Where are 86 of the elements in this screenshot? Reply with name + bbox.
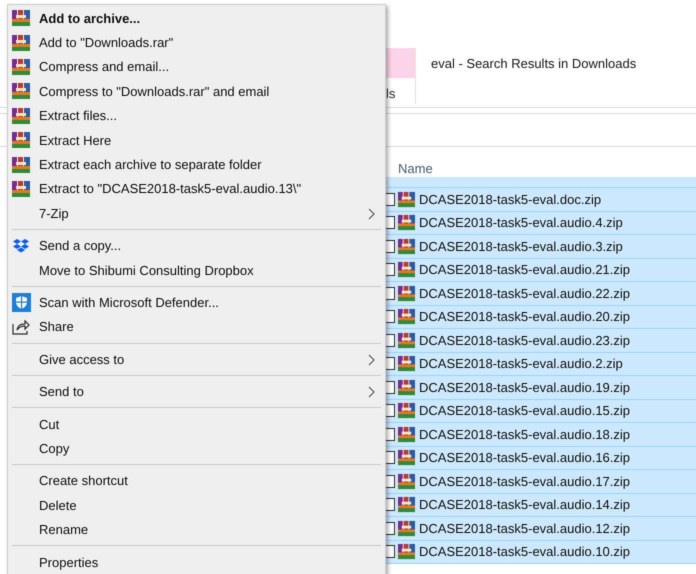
archive-books-icon [398, 520, 415, 537]
menu-item[interactable]: Move to Shibumi Consulting Dropbox [8, 258, 385, 282]
file-name: DCASE2018-task5-eval.audio.20.zip [419, 309, 630, 324]
archive-books-icon [12, 156, 30, 174]
menu-item[interactable]: Compress to "Downloads.rar" and email [8, 79, 385, 104]
file-name: DCASE2018-task5-eval.audio.15.zip [419, 403, 630, 418]
file-name: DCASE2018-task5-eval.audio.16.zip [419, 450, 630, 466]
file-row[interactable]: DCASE2018-task5-eval.audio.10.zip [383, 540, 696, 564]
menu-item[interactable]: Extract files... [8, 104, 385, 128]
archive-books-icon [398, 190, 415, 208]
menu-item[interactable]: Extract Here [8, 128, 385, 152]
file-row[interactable]: DCASE2018-task5-eval.audio.4.zip [383, 212, 696, 235]
menu-item[interactable]: Copy [8, 436, 385, 461]
chevron-right-icon [368, 386, 375, 398]
file-name: DCASE2018-task5-eval.doc.zip [419, 192, 602, 207]
menu-item[interactable]: Scan with Microsoft Defender... [8, 290, 385, 315]
menu-item[interactable]: Add to "Downloads.rar" [8, 30, 385, 55]
file-name: DCASE2018-task5-eval.audio.18.zip [419, 426, 630, 442]
column-header[interactable]: Name [398, 160, 433, 176]
file-row[interactable]: DCASE2018-task5-eval.audio.16.zip [383, 446, 696, 470]
archive-books-icon [398, 496, 415, 514]
archive-books-icon [398, 402, 415, 420]
file-name: DCASE2018-task5-eval.audio.21.zip [419, 262, 630, 278]
menu-item[interactable]: Compress and email... [8, 54, 385, 80]
menu-item[interactable]: Send a copy... [8, 234, 385, 258]
file-name: DCASE2018-task5-eval.audio.10.zip [419, 544, 630, 560]
file-row[interactable]: DCASE2018-task5-eval.audio.3.zip [383, 235, 696, 258]
archive-books-icon [12, 180, 30, 198]
file-row[interactable]: DCASE2018-task5-eval.audio.22.zip [383, 282, 696, 306]
menu-item[interactable]: 7-Zip [8, 201, 385, 226]
file-row[interactable]: DCASE2018-task5-eval.audio.15.zip [383, 400, 696, 423]
dropbox-icon [12, 238, 30, 254]
archive-books-icon [398, 261, 415, 278]
archive-books-icon [398, 426, 415, 443]
menu-item[interactable]: Give access to [8, 347, 385, 372]
archive-books-icon [12, 82, 30, 100]
chevron-right-icon [368, 208, 375, 220]
archive-books-icon [398, 284, 415, 302]
ribbon-tab-label[interactable]: ls [386, 86, 415, 101]
chevron-right-icon [368, 354, 375, 366]
menu-item[interactable]: Send to [8, 379, 385, 404]
file-row[interactable]: DCASE2018-task5-eval.audio.23.zip [383, 329, 696, 352]
file-name: DCASE2018-task5-eval.audio.3.zip [419, 238, 623, 254]
menu-item[interactable]: Extract to "DCASE2018-task5-eval.audio.13\" [8, 176, 385, 202]
file-name: DCASE2018-task5-eval.audio.14.zip [419, 497, 630, 512]
file-row[interactable]: DCASE2018-task5-eval.audio.21.zip [383, 258, 696, 282]
archive-books-icon [398, 543, 415, 560]
archive-books-icon [12, 106, 30, 125]
menu-item[interactable]: Share [8, 314, 385, 340]
file-row[interactable]: DCASE2018-task5-eval.doc.zip [383, 188, 696, 212]
archive-books-icon [398, 355, 415, 372]
file-row[interactable]: DCASE2018-task5-eval.audio.18.zip [383, 423, 696, 446]
window-title: eval - Search Results in Downloads [431, 56, 636, 73]
file-name: DCASE2018-task5-eval.audio.23.zip [419, 332, 630, 348]
file-row[interactable]: DCASE2018-task5-eval.audio.20.zip [383, 306, 696, 329]
file-row[interactable]: DCASE2018-task5-eval.audio.19.zip [383, 376, 696, 400]
archive-books-icon [12, 131, 30, 150]
archive-books-icon [12, 58, 30, 76]
archive-books-icon [398, 449, 415, 466]
file-name: DCASE2018-task5-eval.audio.22.zip [419, 286, 630, 301]
menu-item[interactable]: Add to archive... [8, 6, 385, 30]
file-row[interactable]: DCASE2018-task5-eval.audio.17.zip [383, 470, 696, 494]
archive-books-icon [12, 34, 30, 52]
archive-books-icon [398, 238, 415, 255]
menu-item[interactable]: Rename [8, 517, 385, 542]
file-row[interactable]: DCASE2018-task5-eval.audio.12.zip [383, 517, 696, 540]
menu-item[interactable]: Properties [8, 550, 385, 574]
file-name: DCASE2018-task5-eval.audio.17.zip [419, 474, 630, 489]
archive-books-icon [398, 214, 415, 232]
menu-item[interactable]: Delete [8, 493, 385, 518]
shield-icon [12, 292, 30, 312]
archive-books-icon [398, 332, 415, 349]
archive-books-icon [398, 308, 415, 326]
file-row[interactable]: DCASE2018-task5-eval.audio.14.zip [383, 494, 696, 517]
archive-books-icon [398, 472, 415, 490]
file-name: DCASE2018-task5-eval.audio.4.zip [419, 215, 623, 230]
menu-item[interactable]: Extract each archive to separate folder [8, 152, 385, 177]
archive-books-icon [398, 378, 415, 396]
file-name: DCASE2018-task5-eval.audio.2.zip [419, 356, 623, 372]
share-icon [12, 318, 30, 335]
file-name: DCASE2018-task5-eval.audio.12.zip [419, 520, 630, 536]
menu-item[interactable]: Cut [8, 412, 385, 436]
archive-books-icon [12, 9, 30, 28]
menu-item[interactable]: Create shortcut [8, 468, 385, 494]
file-row[interactable]: DCASE2018-task5-eval.audio.2.zip [383, 352, 696, 376]
file-name: DCASE2018-task5-eval.audio.19.zip [419, 380, 630, 395]
